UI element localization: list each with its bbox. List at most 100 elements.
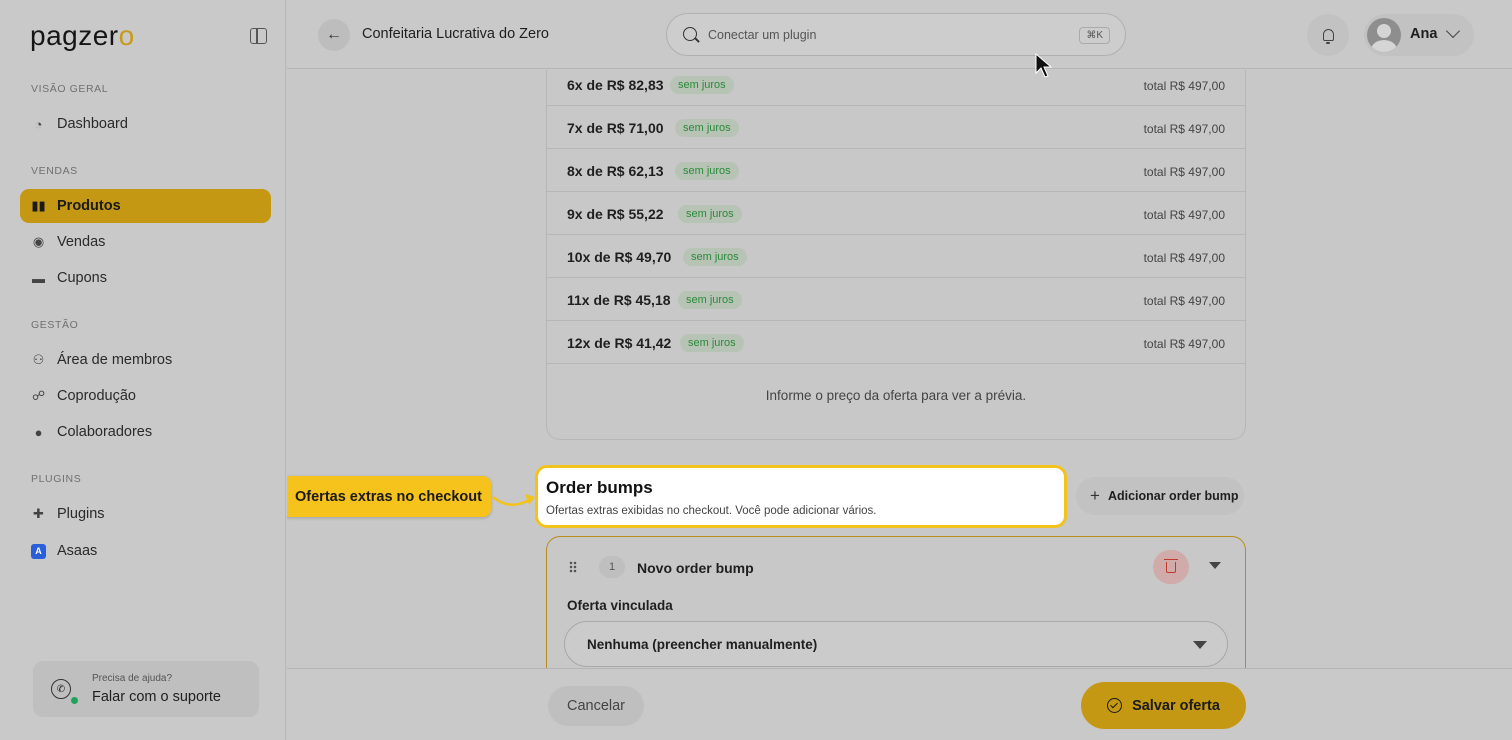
linked-offer-label: Oferta vinculada <box>567 598 673 613</box>
ticket-icon: ▬ <box>32 270 45 286</box>
sidebar-item-produtos[interactable]: ▮▮ Produtos <box>20 189 271 223</box>
drag-handle-icon[interactable] <box>569 561 577 573</box>
order-bump-card: 1 Novo order bump Oferta vinculada Nenhu… <box>546 536 1246 668</box>
installment-label: 9x de R$ 55,22 <box>567 206 664 222</box>
plus-icon: + <box>1090 486 1100 505</box>
support-link: Falar com o suporte <box>92 689 221 705</box>
installment-label: 11x de R$ 45,18 <box>567 292 671 308</box>
sidebar-toggle-icon[interactable] <box>250 28 267 44</box>
support-hint: Precisa de ajuda? <box>92 673 173 684</box>
installment-row: 6x de R$ 82,83 sem juros total R$ 497,00 <box>547 70 1245 106</box>
callout-arrow-icon <box>492 494 535 506</box>
installment-row: 11x de R$ 45,18 sem juros total R$ 497,00 <box>547 278 1245 321</box>
no-interest-badge: sem juros <box>683 248 747 266</box>
installment-row: 7x de R$ 71,00 sem juros total R$ 497,00 <box>547 106 1245 149</box>
sidebar-item-coproducao[interactable]: ☍ Coprodução <box>20 379 271 413</box>
online-status-dot <box>71 697 78 704</box>
avatar <box>1367 18 1401 52</box>
bump-number: 1 <box>599 556 625 578</box>
search-placeholder: Conectar um plugin <box>708 28 817 42</box>
section-label-gestao: GESTÃO <box>31 319 79 331</box>
installment-label: 8x de R$ 62,13 <box>567 163 664 179</box>
installment-total: total R$ 497,00 <box>1143 122 1225 136</box>
installment-label: 10x de R$ 49,70 <box>567 249 672 265</box>
section-label-visao-geral: VISÃO GERAL <box>31 83 109 95</box>
add-order-bump-label: Adicionar order bump <box>1107 489 1239 503</box>
bump-title: Novo order bump <box>637 560 754 576</box>
no-interest-badge: sem juros <box>678 291 742 309</box>
puzzle-icon: ✚ <box>33 506 44 521</box>
chevron-down-icon <box>1445 23 1461 39</box>
asaas-logo-icon: A <box>31 543 46 559</box>
user-name: Ana <box>1410 26 1438 42</box>
sidebar-item-dashboard[interactable]: ◔ Dashboard <box>20 107 271 141</box>
save-offer-label: Salvar oferta <box>1132 697 1220 714</box>
check-circle-icon <box>1107 698 1123 713</box>
linked-offer-value: Nenhuma (preencher manualmente) <box>587 637 818 652</box>
trash-icon <box>1164 558 1178 573</box>
sidebar-item-plugins[interactable]: ✚ Plugins <box>20 497 271 531</box>
notifications-button[interactable] <box>1307 14 1349 56</box>
installment-total: total R$ 497,00 <box>1143 251 1225 265</box>
search-icon <box>683 27 697 41</box>
order-bumps-title: Order bumps <box>546 478 653 497</box>
users-icon: ⚇ <box>32 352 45 367</box>
bell-icon <box>1322 29 1334 44</box>
search-bar[interactable]: Conectar um plugin ⌘K <box>666 13 1126 56</box>
sidebar-item-vendas[interactable]: ◉ Vendas <box>20 225 271 259</box>
sidebar-item-label: Vendas <box>57 234 106 250</box>
sidebar-item-label: Área de membros <box>57 352 173 368</box>
no-interest-badge: sem juros <box>670 76 734 94</box>
installment-total: total R$ 497,00 <box>1143 79 1225 93</box>
installment-total: total R$ 497,00 <box>1143 294 1225 308</box>
installment-label: 12x de R$ 41,42 <box>567 335 672 351</box>
no-interest-badge: sem juros <box>680 334 744 352</box>
sidebar-item-label: Colaboradores <box>57 424 153 440</box>
sidebar-item-colaboradores[interactable]: ● Colaboradores <box>20 415 271 449</box>
whatsapp-icon: ✆ <box>51 679 71 699</box>
shortcut-badge: ⌘K <box>1079 27 1110 44</box>
installment-label: 6x de R$ 82,83 <box>567 77 664 93</box>
sidebar-item-label: Produtos <box>57 198 121 214</box>
installment-total: total R$ 497,00 <box>1143 165 1225 179</box>
sidebar-item-area-de-membros[interactable]: ⚇ Área de membros <box>20 343 271 377</box>
collapse-chevron-icon[interactable] <box>1209 562 1221 569</box>
sidebar-item-label: Plugins <box>57 506 105 522</box>
no-interest-badge: sem juros <box>675 119 739 137</box>
caret-down-icon <box>1193 641 1207 649</box>
package-icon: ▮▮ <box>31 198 46 213</box>
mouse-cursor-icon <box>1035 53 1053 78</box>
delete-bump-button[interactable] <box>1153 550 1189 584</box>
sidebar: pagzero VISÃO GERAL ◔ Dashboard VENDAS ▮… <box>0 0 286 740</box>
installment-row: 10x de R$ 49,70 sem juros total R$ 497,00 <box>547 235 1245 278</box>
support-card[interactable]: ✆ Precisa de ajuda? Falar com o suporte <box>33 661 259 717</box>
installments-card: 6x de R$ 82,83 sem juros total R$ 497,00 7x… <box>546 70 1246 440</box>
sidebar-item-asaas[interactable]: A Asaas <box>20 534 271 568</box>
installment-row: 9x de R$ 55,22 sem juros total R$ 497,00 <box>547 192 1245 235</box>
back-button[interactable]: ← <box>318 19 350 51</box>
save-offer-button[interactable]: Salvar oferta <box>1081 682 1246 729</box>
hand-coin-icon: ◉ <box>32 234 45 249</box>
user-menu[interactable]: Ana <box>1364 14 1474 56</box>
sidebar-item-label: Dashboard <box>57 116 128 132</box>
sidebar-item-label: Cupons <box>57 270 107 286</box>
top-header: ← Confeitaria Lucrativa do Zero Conectar… <box>287 0 1512 69</box>
footer-actions: Cancelar Salvar oferta <box>287 668 1512 740</box>
pagzero-logo[interactable]: pagzero <box>30 20 135 52</box>
add-order-bump-button[interactable]: + Adicionar order bump <box>1076 477 1244 515</box>
installment-total: total R$ 497,00 <box>1143 337 1225 351</box>
page-title: Confeitaria Lucrativa do Zero <box>362 26 549 42</box>
user-icon: ● <box>34 424 43 440</box>
linked-offer-select[interactable]: Nenhuma (preencher manualmente) <box>564 621 1228 667</box>
handshake-icon: ☍ <box>31 388 46 403</box>
preview-note: Informe o preço da oferta para ver a pré… <box>765 388 1027 403</box>
cancel-button[interactable]: Cancelar <box>548 686 644 726</box>
installment-label: 7x de R$ 71,00 <box>567 120 664 136</box>
order-bumps-header: Order bumps Ofertas extras exibidas no c… <box>535 465 1067 528</box>
tutorial-callout: Ofertas extras no checkout <box>287 476 491 517</box>
arrow-left-icon: ← <box>326 26 342 43</box>
sidebar-item-cupons[interactable]: ▬ Cupons <box>20 261 271 295</box>
no-interest-badge: sem juros <box>678 205 742 223</box>
order-bumps-subtitle: Ofertas extras exibidas no checkout. Voc… <box>546 505 877 517</box>
installment-row: 8x de R$ 62,13 sem juros total R$ 497,00 <box>547 149 1245 192</box>
